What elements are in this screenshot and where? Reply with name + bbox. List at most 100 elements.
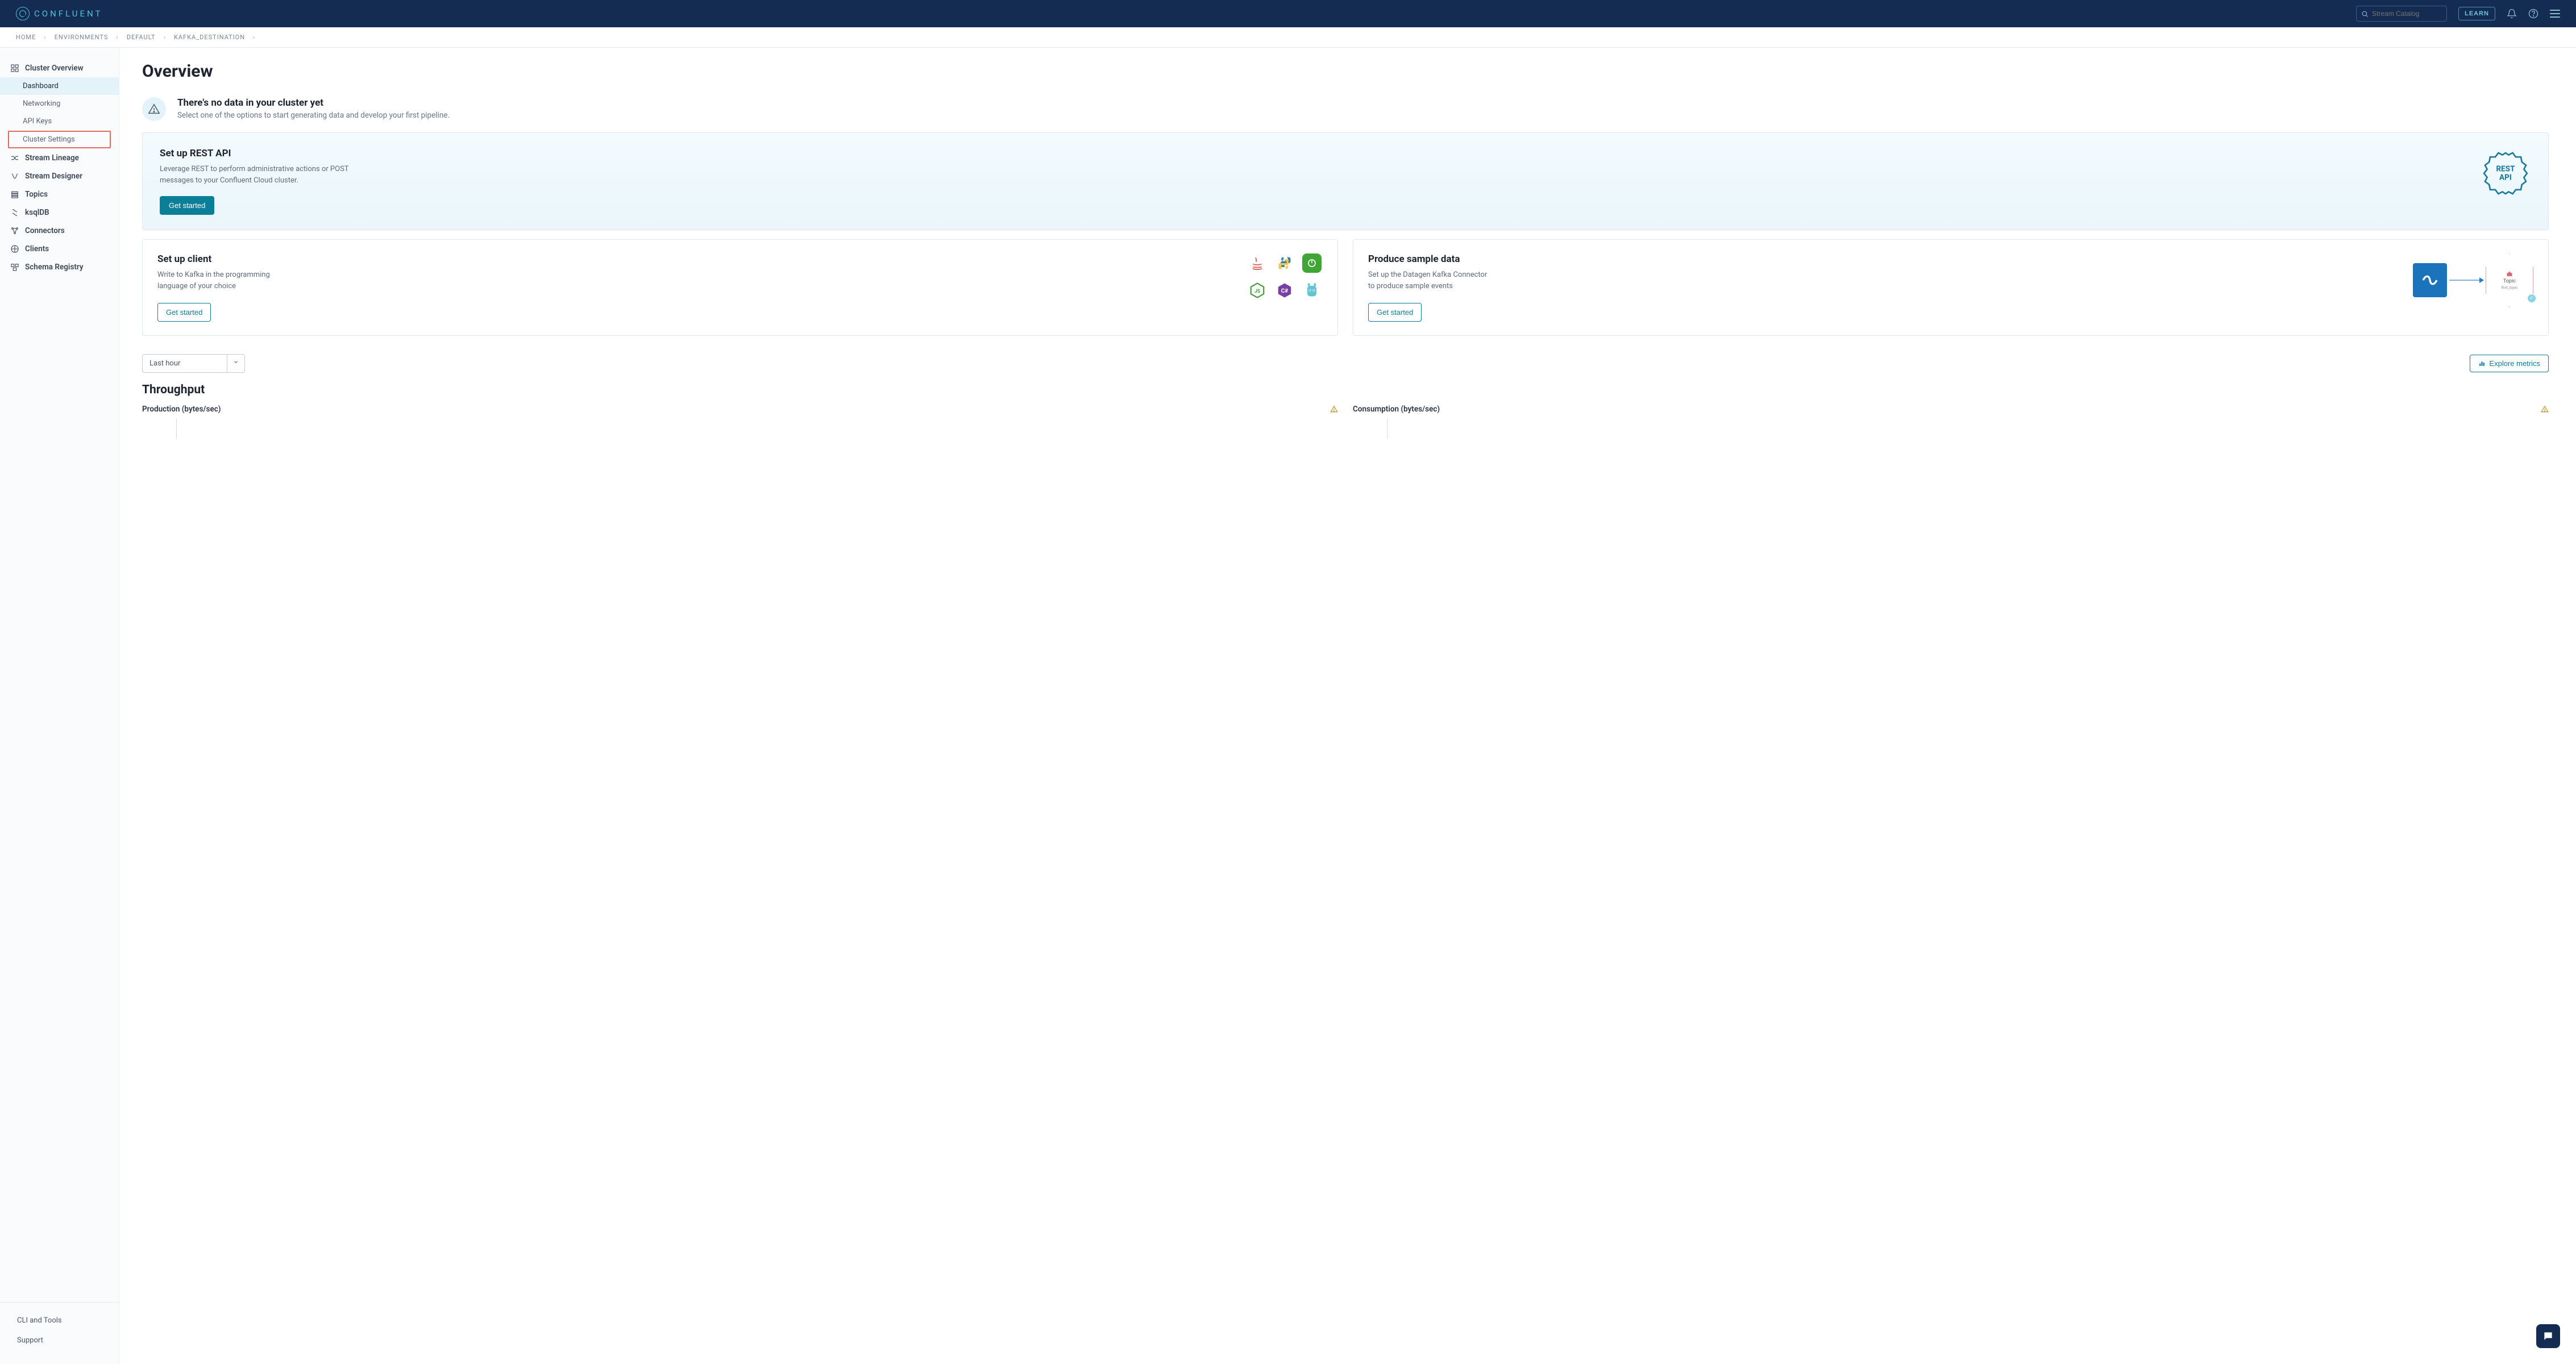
hex-sublabel: first_topic: [2502, 285, 2518, 290]
rest-api-card: Set up REST API Leverage REST to perform…: [142, 132, 2549, 230]
brand[interactable]: CONFLUENT: [16, 7, 102, 20]
svg-text:REST: REST: [2496, 164, 2515, 173]
bell-icon[interactable]: [2507, 9, 2517, 19]
ksql-icon: [10, 208, 19, 217]
header-actions: LEARN: [2356, 6, 2560, 22]
python-icon: [1275, 253, 1294, 273]
time-range-value: Last hour: [142, 354, 227, 373]
sidebar-item-schema-registry[interactable]: Schema Registry: [0, 258, 119, 276]
lineage-icon: [10, 153, 19, 163]
warning-icon: [1330, 405, 1338, 413]
sample-card-title: Produce sample data: [1368, 253, 1493, 265]
sidebar-bottom: CLI and Tools Support: [0, 1302, 119, 1364]
crumb-environments[interactable]: ENVIRONMENTS: [55, 34, 109, 41]
info-banner: There's no data in your cluster yet Sele…: [142, 97, 2549, 121]
sidebar-item-api-keys[interactable]: API Keys: [0, 113, 119, 130]
hex-label: Topic: [2503, 278, 2516, 284]
bars-icon: [2478, 360, 2486, 367]
sidebar-item-label: Topics: [25, 190, 48, 199]
designer-icon: [10, 172, 19, 181]
search-input[interactable]: [2372, 10, 2442, 18]
sidebar-item-topics[interactable]: Topics: [0, 185, 119, 203]
chevron-down-icon[interactable]: [227, 354, 245, 373]
csharp-icon: C#: [1275, 281, 1294, 300]
sidebar-item-label: Stream Lineage: [25, 153, 79, 163]
learn-button[interactable]: LEARN: [2458, 7, 2495, 20]
help-icon[interactable]: [2528, 9, 2538, 19]
sidebar-item-stream-lineage[interactable]: Stream Lineage: [0, 149, 119, 167]
arrow-icon: [2449, 280, 2483, 281]
breadcrumb: HOME› ENVIRONMENTS› DEFAULT› KAFKA_DESTI…: [0, 27, 2576, 48]
sidebar-item-networking[interactable]: Networking: [0, 95, 119, 113]
sidebar-item-cluster-settings[interactable]: Cluster Settings: [8, 131, 111, 148]
client-card-desc: Write to Kafka in the programming langua…: [157, 269, 282, 292]
connector-box-icon: [2413, 263, 2447, 297]
go-icon: [1302, 281, 1322, 300]
sidebar: Cluster Overview Dashboard Networking AP…: [0, 48, 119, 1364]
client-card: Set up client Write to Kafka in the prog…: [142, 239, 1338, 336]
client-get-started-button[interactable]: Get started: [157, 303, 211, 322]
rest-card-title: Set up REST API: [160, 148, 353, 159]
sidebar-item-ksqldb[interactable]: ksqlDB: [0, 203, 119, 222]
rest-get-started-button[interactable]: Get started: [160, 196, 214, 215]
info-title: There's no data in your cluster yet: [177, 97, 450, 109]
rest-card-desc: Leverage REST to perform administrative …: [160, 164, 353, 186]
sidebar-item-label: Connectors: [25, 226, 65, 235]
sidebar-link-cli[interactable]: CLI and Tools: [0, 1311, 119, 1330]
sidebar-item-connectors[interactable]: Connectors: [0, 222, 119, 240]
sidebar-item-label: Stream Designer: [25, 172, 82, 181]
time-range-select[interactable]: Last hour: [142, 354, 245, 373]
throughput-title: Throughput: [142, 383, 2549, 397]
java-icon: [1248, 253, 1267, 273]
sidebar-item-dashboard[interactable]: Dashboard: [0, 77, 119, 95]
client-card-title: Set up client: [157, 253, 282, 265]
menu-icon[interactable]: [2550, 10, 2560, 18]
sidebar-item-label: ksqlDB: [25, 208, 49, 217]
sidebar-item-clients[interactable]: Clients: [0, 240, 119, 258]
metrics-controls: Last hour Explore metrics: [142, 354, 2549, 373]
explore-metrics-button[interactable]: Explore metrics: [2470, 355, 2549, 372]
gear-icon: REST API: [2480, 148, 2531, 199]
search-box[interactable]: [2356, 6, 2447, 22]
brand-text: CONFLUENT: [34, 9, 102, 19]
explore-label: Explore metrics: [2489, 359, 2540, 368]
top-header: CONFLUENT LEARN: [0, 0, 2576, 27]
sidebar-item-label: Cluster Overview: [25, 64, 84, 73]
topic-hexagon: Topic first_topic: [2486, 253, 2533, 307]
sidebar-item-label: Clients: [25, 244, 49, 253]
svg-text:C#: C#: [1281, 288, 1289, 294]
production-chart: [176, 418, 1338, 439]
topics-icon: [10, 190, 19, 199]
crumb-home[interactable]: HOME: [16, 34, 36, 41]
consumption-chart: [1387, 418, 2549, 439]
svg-text:JS: JS: [1254, 289, 1261, 294]
production-label: Production (bytes/sec): [142, 405, 221, 414]
confluent-logo-icon: [16, 7, 30, 20]
search-icon: [2361, 10, 2369, 18]
sidebar-item-stream-designer[interactable]: Stream Designer: [0, 167, 119, 185]
sidebar-item-label: Schema Registry: [25, 263, 84, 272]
sidebar-link-support[interactable]: Support: [0, 1330, 119, 1350]
sidebar-item-cluster-overview[interactable]: Cluster Overview: [0, 59, 119, 77]
schema-icon: [10, 263, 19, 272]
grid-icon: [10, 64, 19, 73]
warning-icon: [142, 97, 166, 121]
briefcase-icon: [2506, 271, 2513, 277]
spring-icon: [1302, 253, 1322, 273]
nodejs-icon: JS: [1248, 281, 1267, 300]
production-col: Production (bytes/sec): [142, 405, 1338, 439]
consumption-label: Consumption (bytes/sec): [1353, 405, 1440, 414]
sample-get-started-button[interactable]: Get started: [1368, 303, 1422, 322]
language-icons: JS C#: [1248, 253, 1323, 301]
connectors-icon: [10, 226, 19, 235]
chat-button[interactable]: [2536, 1324, 2560, 1348]
crumb-cluster[interactable]: KAFKA_DESTINATION: [174, 34, 245, 41]
page-title: Overview: [142, 61, 2549, 81]
crumb-default[interactable]: DEFAULT: [127, 34, 156, 41]
check-icon: ✓: [2528, 294, 2536, 302]
svg-text:API: API: [2499, 173, 2512, 182]
clients-icon: [10, 244, 19, 253]
throughput-row: Production (bytes/sec) Consumption (byte…: [142, 405, 2549, 439]
consumption-col: Consumption (bytes/sec): [1353, 405, 2549, 439]
sample-card-desc: Set up the Datagen Kafka Connector to pr…: [1368, 269, 1493, 292]
